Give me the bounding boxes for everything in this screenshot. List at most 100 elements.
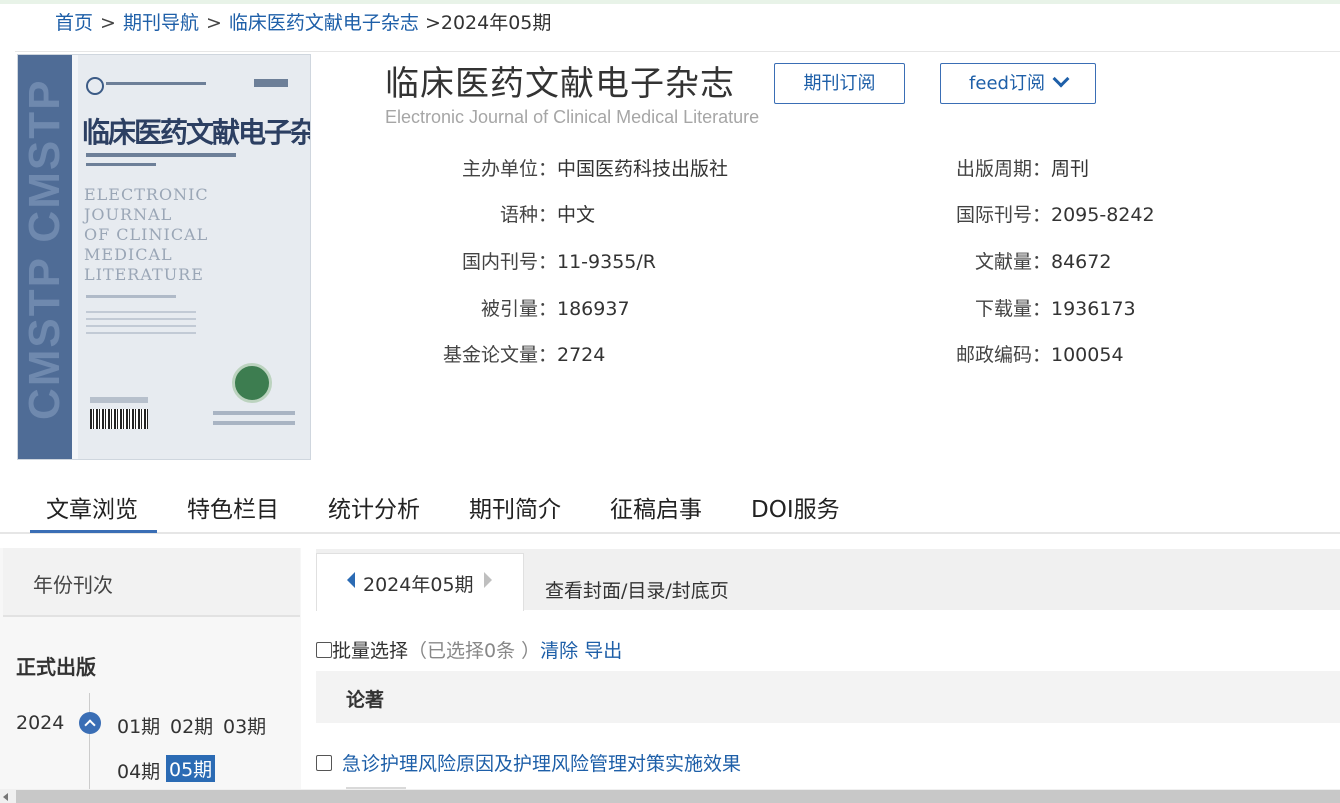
info-funded-papers: 基金论文量：2724 xyxy=(385,340,605,367)
info-value: 100054 xyxy=(1051,344,1124,366)
tab-call-for-papers[interactable]: 征稿启事 xyxy=(610,490,702,524)
journal-english-title: Electronic Journal of Clinical Medical L… xyxy=(385,107,760,127)
divider xyxy=(15,51,1340,52)
batch-select-label: 批量选择 xyxy=(332,640,409,662)
export-link[interactable]: 导出 xyxy=(584,640,622,662)
section-header xyxy=(316,671,1340,723)
cover-barcode xyxy=(90,409,148,429)
issue-link-05-active[interactable]: 05期 xyxy=(166,755,216,782)
cover-logo-icon xyxy=(86,77,104,95)
cover-contents-line xyxy=(86,318,196,320)
info-value: 84672 xyxy=(1051,251,1112,273)
cover-issn-line xyxy=(254,79,288,87)
sidebar-header-label: 年份刊次 xyxy=(33,573,113,597)
info-label: 语种： xyxy=(499,204,557,226)
top-accent-line xyxy=(0,0,1340,4)
info-label: 出版周期： xyxy=(955,158,1051,180)
next-issue-arrow-icon[interactable] xyxy=(484,572,492,588)
info-downloads: 下载量：1936173 xyxy=(946,294,1136,321)
cover-english-line: MEDICAL xyxy=(84,245,173,264)
info-value: 中文 xyxy=(557,204,596,226)
feed-subscribe-button[interactable]: feed订阅 xyxy=(940,63,1096,104)
info-value: 2095-8242 xyxy=(1051,204,1155,226)
info-issn: 国际刊号：2095-8242 xyxy=(946,200,1155,227)
info-label: 国际刊号： xyxy=(955,204,1051,226)
tab-journal-intro[interactable]: 期刊简介 xyxy=(469,490,561,524)
cover-english-line: JOURNAL xyxy=(84,205,173,224)
cover-band-text: CMSTP CMSTP xyxy=(20,78,69,420)
cover-issn-text xyxy=(90,397,148,403)
info-language: 语种：中文 xyxy=(385,200,595,227)
section-title: 论著 xyxy=(346,689,385,711)
breadcrumb-current: >2024年05期 xyxy=(424,12,552,34)
selected-count-text: （已选择0条 ） xyxy=(408,640,541,662)
subscribe-button[interactable]: 期刊订阅 xyxy=(774,63,905,104)
cover-contents-line xyxy=(86,311,196,313)
info-label: 被引量： xyxy=(480,298,557,320)
cover-sponsor-line xyxy=(213,421,295,425)
batch-select-bar: 批量选择（已选择0条 ）清除 导出 xyxy=(316,636,622,663)
info-value: 周刊 xyxy=(1051,158,1090,180)
info-value: 1936173 xyxy=(1051,298,1136,320)
info-value: 中国医药科技出版社 xyxy=(557,158,729,180)
batch-select-checkbox[interactable] xyxy=(316,641,332,658)
cover-english-line: ELECTRONIC xyxy=(84,185,209,204)
breadcrumb-separator: > xyxy=(100,12,116,34)
issue-link-01[interactable]: 01期 xyxy=(117,712,160,739)
info-cn-number: 国内刊号：11-9355/R xyxy=(385,247,656,274)
issue-link-04[interactable]: 04期 xyxy=(117,757,160,784)
journal-cover-image: CMSTP CMSTP 临床医药文献电子杂志 ELECTRONIC JOURNA… xyxy=(17,54,311,460)
chevron-down-icon xyxy=(1052,70,1070,88)
info-label: 下载量： xyxy=(974,298,1051,320)
article-title-link[interactable]: 急诊护理风险原因及护理风险管理对策实施效果 xyxy=(342,753,741,775)
formal-publication-heading: 正式出版 xyxy=(16,655,96,679)
tab-statistics[interactable]: 统计分析 xyxy=(328,490,420,524)
info-frequency: 出版周期：周刊 xyxy=(946,154,1089,181)
clear-selection-link[interactable]: 清除 xyxy=(540,640,578,662)
tab-view-cover-toc[interactable]: 查看封面/目录/封底页 xyxy=(545,576,729,603)
breadcrumb-journal-link[interactable]: 临床医药文献电子杂志 xyxy=(229,12,419,34)
previous-issue-arrow-icon[interactable] xyxy=(347,572,355,588)
tab-article-browse[interactable]: 文章浏览 xyxy=(46,490,138,524)
cover-seal-icon xyxy=(232,363,272,403)
cover-volume-line xyxy=(86,163,156,166)
cover-publisher-line xyxy=(106,82,206,85)
breadcrumb-separator: > xyxy=(205,12,222,34)
info-value: 2724 xyxy=(557,344,606,366)
year-timeline-line xyxy=(89,693,90,803)
info-postal-code: 邮政编码：100054 xyxy=(946,340,1124,367)
collapse-year-icon[interactable] xyxy=(79,712,101,734)
info-label: 文献量： xyxy=(974,251,1051,273)
info-value: 11-9355/R xyxy=(557,251,656,273)
issue-link-03[interactable]: 03期 xyxy=(223,712,266,739)
cover-english-line: OF CLINICAL xyxy=(84,225,209,244)
cover-issue-line xyxy=(86,295,176,298)
scroll-left-arrow-icon[interactable] xyxy=(3,793,8,801)
info-value: 186937 xyxy=(557,298,630,320)
scrollbar-thumb[interactable] xyxy=(16,790,1340,803)
journal-title: 临床医药文献电子杂志 xyxy=(385,64,735,104)
cover-pinyin-line xyxy=(86,153,236,157)
cover-contents-line xyxy=(86,325,196,327)
feed-subscribe-label: feed订阅 xyxy=(969,73,1045,94)
cover-contents-line xyxy=(86,332,196,334)
active-tab-indicator xyxy=(30,530,157,533)
info-publisher: 主办单位：中国医药科技出版社 xyxy=(385,154,728,181)
info-label: 基金论文量： xyxy=(442,344,557,366)
breadcrumb-home-link[interactable]: 首页 xyxy=(55,12,93,34)
cover-english-title: ELECTRONIC JOURNAL OF CLINICAL MEDICAL L… xyxy=(84,185,209,285)
info-label: 邮政编码： xyxy=(955,344,1051,366)
issue-link-02[interactable]: 02期 xyxy=(170,712,213,739)
cover-english-line: LITERATURE xyxy=(84,265,204,284)
info-label: 主办单位： xyxy=(461,158,557,180)
tab-doi-service[interactable]: DOI服务 xyxy=(751,490,840,524)
tab-featured-columns[interactable]: 特色栏目 xyxy=(187,490,279,524)
breadcrumb: 首页 > 期刊导航 > 临床医药文献电子杂志 >2024年05期 xyxy=(55,8,551,35)
article-checkbox[interactable] xyxy=(316,754,332,771)
current-issue-label: 2024年05期 xyxy=(363,574,474,596)
info-citations: 被引量：186937 xyxy=(385,294,630,321)
info-article-count: 文献量：84672 xyxy=(946,247,1111,274)
cover-seam xyxy=(72,55,78,459)
info-label: 国内刊号： xyxy=(461,251,557,273)
breadcrumb-journal-nav-link[interactable]: 期刊导航 xyxy=(123,12,199,34)
